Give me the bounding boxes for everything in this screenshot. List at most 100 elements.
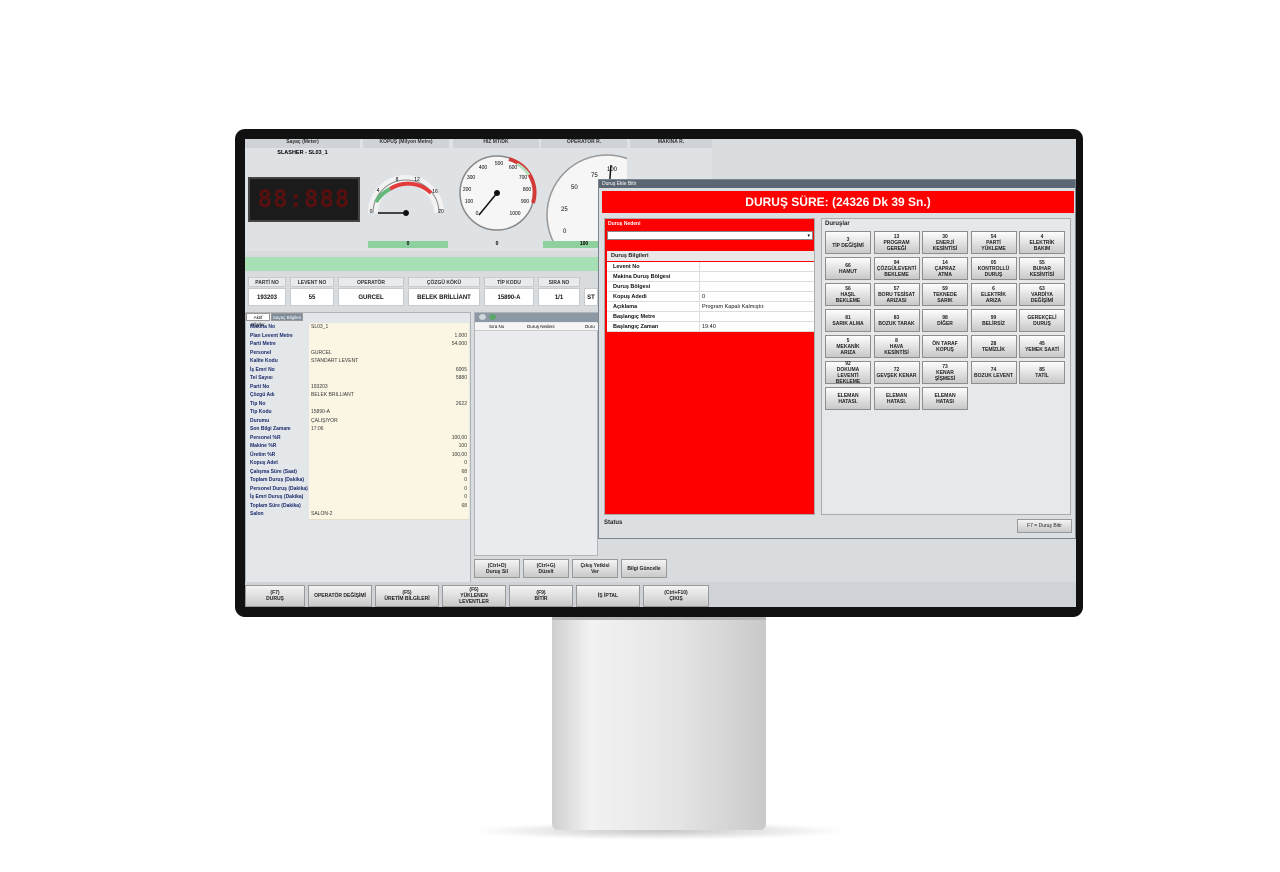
stops-label: Duruşlar	[825, 221, 850, 227]
durus-info-value[interactable]: Program Kapalı Kalmıştır.	[699, 302, 814, 312]
durus-info-row: Levent No	[607, 262, 814, 272]
stop-reason-button[interactable]: ELEMAN HATASI	[922, 387, 968, 410]
stop-reason-button[interactable]: 85 TATİL	[1019, 361, 1065, 384]
uretim-bilgileri-button[interactable]: (F5) ÜRETİM BİLGİLERİ	[375, 585, 439, 607]
stop-reason-label: MEKANİK ARIZA	[836, 343, 860, 356]
stop-reason-label: SARIK ALMA	[832, 320, 864, 327]
durus-info-label: Başlangıç Zaman	[613, 324, 659, 330]
cikis-yetkisi-button[interactable]: Çıkış Yetkisi Ver	[572, 559, 618, 578]
stop-reason-button[interactable]: 8 HAVA KESİNTİSİ	[873, 335, 920, 358]
durus-info-value[interactable]	[699, 272, 814, 282]
detail-row: Toplam Süre (Dakika) 68	[247, 501, 469, 511]
operator-degisimi-button[interactable]: OPERATÖR DEĞİŞİMİ	[308, 585, 372, 607]
stop-reason-button[interactable]: 30 ENERJİ KESİNTİSİ	[922, 231, 968, 254]
stop-reason-button[interactable]: 63 VARDİYA DEĞİŞİMİ	[1019, 283, 1065, 306]
stop-reason-label: ÇÖZGÜLEVENTİ BEKLEME	[876, 265, 917, 278]
detail-label: Toplam Duruş (Dakika)	[250, 477, 305, 483]
detail-label: Kalite Kodu	[250, 358, 278, 364]
stop-reason-label: BELİRSİZ	[982, 320, 1005, 327]
stop-reason-button[interactable]: 81 SARIK ALMA	[825, 309, 871, 332]
tab-aktif-bilgiler[interactable]: Aktif Bilgiler	[246, 313, 270, 327]
stop-reason-button[interactable]: ÖN TARAF KOPUŞ	[922, 335, 968, 358]
stop-reason-button[interactable]: 59 TEKNEDE SARIK	[922, 283, 968, 306]
val-levent-no: 55	[290, 288, 334, 306]
stop-reason-label: HAMUT	[838, 268, 858, 275]
stop-reason-button[interactable]: 6 ELEKTRİK ARIZA	[970, 283, 1017, 306]
reason-label: Duruş Nedeni	[608, 221, 641, 227]
stop-reason-button[interactable]: 83 BOZUK TARAK	[873, 309, 920, 332]
stop-reason-button[interactable]: 56 HAŞIL BEKLEME	[825, 283, 871, 306]
detail-label: Personel Duruş (Dakika)	[250, 485, 308, 492]
detail-row: Kopuş Adet 0	[247, 459, 469, 469]
stop-reason-button[interactable]: 92 DOKUMA LEVENTİ BEKLEME	[825, 361, 871, 385]
duzelt-button[interactable]: (Ctrl+G) Düzelt	[523, 559, 569, 578]
detail-label: Tip Kodu	[250, 409, 272, 415]
stop-reason-button[interactable]: 98 DİĞER	[922, 309, 968, 332]
stop-reason-button[interactable]: 45 YEMEK SAATİ	[1019, 335, 1065, 358]
stops-list-panel: Sıra No Duruş Nedeni Duru	[474, 312, 599, 556]
stop-reason-button[interactable]: 66 HAMUT	[825, 257, 871, 280]
cikis-button[interactable]: (Ctrl+F10) ÇIKIŞ	[643, 585, 709, 607]
hiz-value: 0	[495, 241, 499, 247]
stop-reason-button[interactable]: 73 KENAR ŞİŞMESİ	[922, 361, 968, 384]
detail-row: Plan Levent Metre 1.000	[247, 331, 469, 341]
detail-row: Toplam Duruş (Dakika) 0	[247, 476, 469, 486]
durus-info-label: Kopuş Adedi	[613, 294, 647, 300]
bilgi-guncelle-button[interactable]: Bilgi Güncelle	[621, 559, 667, 578]
stop-reason-button[interactable]: 94 ÇÖZGÜLEVENTİ BEKLEME	[873, 257, 920, 280]
durus-info-value[interactable]: 0	[699, 292, 814, 302]
hiz-gauge: 0 100 200 300 400 500 600 700 800 900 10…	[459, 155, 537, 231]
col-sira-no: Sıra No	[489, 324, 505, 329]
stop-reason-button[interactable]: 13 PROGRAM GEREĞİ	[873, 231, 920, 254]
detail-row: Makine %R 100	[247, 442, 469, 452]
detail-row: İş Emri No 6005	[247, 365, 469, 375]
kopus-tick: 8	[396, 177, 399, 183]
stop-reason-button[interactable]: 54 PARTİ YÜKLEME	[970, 231, 1017, 254]
kopus-tick: 12	[414, 177, 420, 183]
detail-label: Parti Metre	[250, 341, 276, 347]
stop-reason-label: BUHAR KESİNTİSİ	[1029, 265, 1055, 278]
durus-info-row: Açıklama Program Kapalı Kalmıştır.	[607, 302, 814, 312]
stop-reason-button[interactable]: 55 BUHAR KESİNTİSİ	[1019, 257, 1065, 280]
svg-text:50: 50	[571, 185, 578, 191]
durus-info-row: Duruş Bölgesi	[607, 282, 814, 292]
stop-reason-button[interactable]: ELEMAN HATASI.	[825, 387, 871, 410]
reason-select[interactable]: ▾	[607, 231, 813, 240]
stop-reason-button[interactable]: 14 ÇAPRAZ ATMA	[922, 257, 968, 280]
tab-sayac-bilgileri[interactable]: Sayaç Bilgileri	[271, 313, 303, 321]
durus-bitir-button[interactable]: F7 = Duruş Bitir	[1017, 519, 1072, 533]
detail-label: Çalışma Süre (Saat)	[250, 468, 297, 475]
go-icon[interactable]	[489, 314, 496, 320]
durus-info-value[interactable]: 19:40	[699, 322, 814, 332]
durus-info-value[interactable]	[699, 312, 814, 322]
stop-reason-button[interactable]: 99 BELİRSİZ	[970, 309, 1017, 332]
kopus-gauge: 0 4 8 12 16 20	[368, 175, 444, 216]
detail-row: Parti Metre 54.000	[247, 340, 469, 350]
durus-info-value[interactable]	[699, 262, 814, 272]
durus-info-value[interactable]	[699, 282, 814, 292]
bitir-button[interactable]: (F9) BİTİR	[509, 585, 573, 607]
stop-reason-button[interactable]: 72 GEVŞEK KENAR	[873, 361, 920, 384]
durus-button[interactable]: (F7) DURUŞ	[245, 585, 305, 607]
durus-info-row: Başlangıç Metre	[607, 312, 814, 322]
yuklenen-leventler-button[interactable]: (F6) YÜKLENEN LEVENTLER	[442, 585, 506, 607]
hdr-levent-no: LEVENT NO	[290, 277, 334, 287]
stop-reason-button[interactable]: GEREKÇELİ DURUŞ	[1019, 309, 1065, 332]
stops-panel: Duruşlar 3 TİP DEĞİŞİMİ 13 PROGRAM GEREĞİ 30…	[821, 218, 1071, 515]
stop-reason-button[interactable]: 57 BORU TESİSAT ARIZASI	[873, 283, 920, 306]
stop-reason-button[interactable]: 4 ELEKTRİK BAKIM	[1019, 231, 1065, 254]
durus-sil-button[interactable]: (Ctrl+D) Duruş Sil	[474, 559, 520, 578]
stop-reason-button[interactable]: 74 BOZUK LEVENT	[970, 361, 1017, 384]
durus-info-row: Kopuş Adedi 0	[607, 292, 814, 302]
stop-reason-button[interactable]: 5 MEKANİK ARIZA	[825, 335, 871, 358]
stop-reason-button[interactable]: 3 TİP DEĞİŞİMİ	[825, 231, 871, 254]
val-cozgu-koku: BELEK BRİLLİANT	[408, 288, 480, 306]
stop-reason-button[interactable]: 05 KONTROLLÜ DURUŞ	[970, 257, 1017, 280]
detail-label: Makina No	[250, 324, 276, 330]
refresh-icon[interactable]	[479, 314, 486, 320]
detail-row: Son Bilgi Zamanı 17:06	[247, 425, 469, 435]
is-iptal-button[interactable]: İŞ İPTAL	[576, 585, 640, 607]
stop-reason-button[interactable]: 28 TEMİZLİK	[970, 335, 1017, 358]
stop-reason-label: TEKNEDE SARIK	[933, 291, 957, 304]
stop-reason-button[interactable]: ELEMAN HATASI.	[873, 387, 920, 410]
